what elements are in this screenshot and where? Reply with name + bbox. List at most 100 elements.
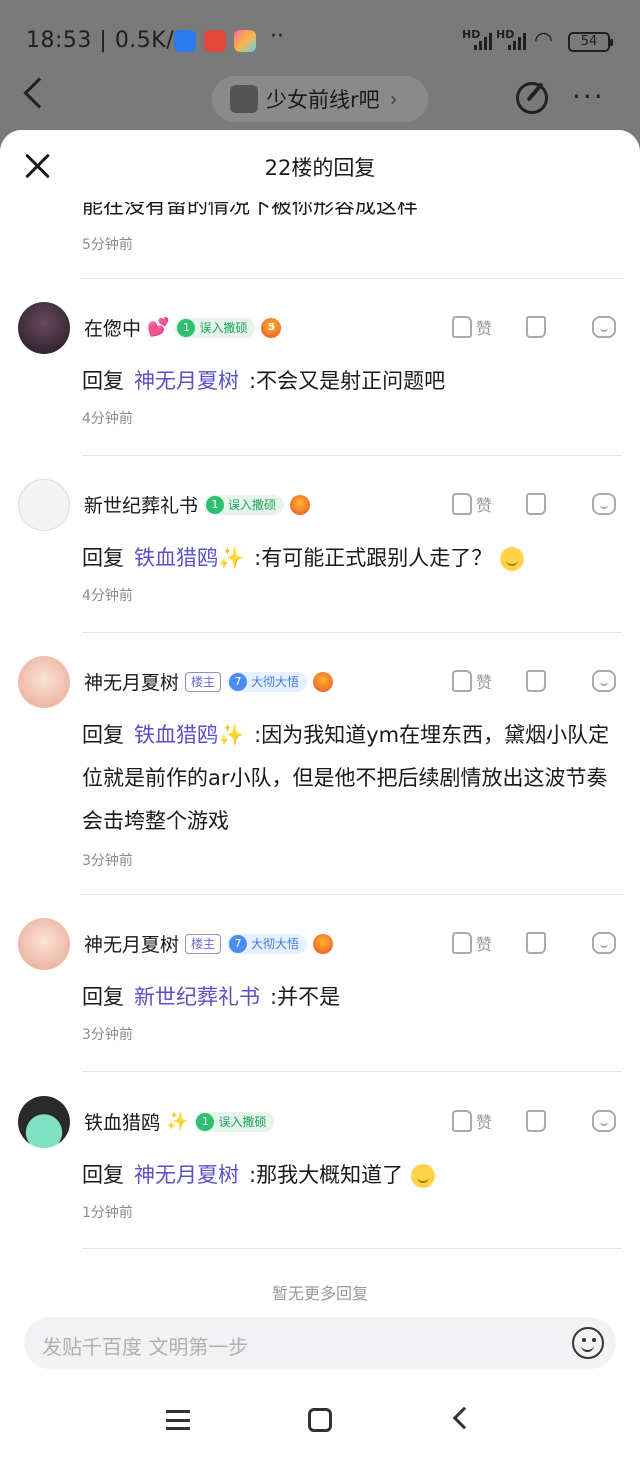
reply-time: 4分钟前: [82, 411, 133, 427]
reply-user[interactable]: 在偬中 💕 1 误入撒硕 5: [84, 314, 282, 341]
like-button[interactable]: 赞: [452, 315, 526, 339]
reply-target-link[interactable]: 铁血猎鸥✨: [134, 546, 244, 570]
comment-icon[interactable]: [592, 932, 616, 954]
level-badge: 7 大彻大悟: [227, 933, 308, 954]
previous-reply-text: 能在没有留的情况下被你形容成这样: [82, 202, 418, 218]
comment-placeholder: 发贴千百度 文明第一步: [42, 1335, 249, 1359]
medal-icon: 5: [261, 317, 282, 338]
app-notification-icon: [204, 30, 226, 52]
thumb-up-icon: [452, 932, 472, 954]
back-icon[interactable]: [452, 1406, 476, 1430]
thumb-down-icon[interactable]: [526, 932, 546, 954]
divider: [82, 894, 622, 895]
system-nav-bar: [0, 1380, 640, 1457]
reply-actions: 赞: [452, 1106, 616, 1136]
like-button[interactable]: 赞: [452, 931, 526, 955]
comment-icon[interactable]: [592, 670, 616, 692]
reply-user[interactable]: 铁血猎鸥 ✨ 1 误入撒硕: [84, 1108, 275, 1135]
emoji-icon: [500, 547, 525, 571]
back-icon[interactable]: [23, 77, 55, 109]
forum-pill[interactable]: 少女前线r吧 ›: [212, 76, 428, 122]
reply-actions: 赞: [452, 666, 616, 696]
avatar[interactable]: [18, 479, 70, 531]
reply-body: 回复 神无月夏树:那我大概知道了: [82, 1154, 626, 1197]
comment-icon[interactable]: [592, 316, 616, 338]
edit-icon[interactable]: [516, 82, 548, 114]
emoji-picker-icon[interactable]: [572, 1327, 604, 1359]
username: 铁血猎鸥: [84, 1112, 161, 1134]
comment-icon[interactable]: [592, 1110, 616, 1132]
reply-list[interactable]: 能在没有留的情况下被你形容成这样 5分钟前 在偬中 💕 1 误入撒硕 5 赞 回复神…: [0, 202, 640, 1302]
sheet-header: 22楼的回复: [0, 130, 640, 202]
medal-icon: [290, 494, 311, 515]
reply-sheet: 22楼的回复 能在没有留的情况下被你形容成这样 5分钟前 在偬中 💕 1 误入撒硕 …: [0, 130, 640, 1457]
status-time: 18:53 | 0.5K/s: [26, 28, 187, 53]
reply-time: 3分钟前: [82, 853, 133, 869]
app-notification-icon: [174, 30, 196, 52]
avatar[interactable]: [18, 1096, 70, 1148]
divider: [82, 1248, 622, 1249]
more-icon[interactable]: ···: [572, 80, 605, 113]
avatar[interactable]: [18, 302, 70, 354]
divider: [82, 278, 622, 279]
comment-icon[interactable]: [592, 493, 616, 515]
thumb-down-icon[interactable]: [526, 1110, 546, 1132]
level-badge: 1 误入撒硕: [204, 494, 285, 515]
username: 在偬中: [84, 318, 142, 340]
thumb-down-icon[interactable]: [526, 670, 546, 692]
medal-icon: [313, 671, 334, 692]
recent-apps-icon[interactable]: [166, 1410, 190, 1430]
user-emoji: ✨: [166, 1111, 189, 1132]
reply-time: 1分钟前: [82, 1205, 133, 1221]
forum-top-bar: 少女前线r吧 › ···: [0, 70, 640, 130]
emoji-icon: [411, 1164, 436, 1188]
reply-body: 回复 铁血猎鸥✨:有可能正式跟别人走了？: [82, 537, 626, 580]
forum-name: 少女前线r吧: [266, 88, 380, 112]
level-badge: 1 误入撒硕: [175, 317, 256, 338]
reply-target-link[interactable]: 神无月夏树: [134, 1163, 239, 1187]
like-button[interactable]: 赞: [452, 1109, 526, 1133]
owner-badge: 楼主: [185, 933, 222, 954]
status-bar: 18:53 | 0.5K/s ·· HD HD ◠ 54: [0, 18, 640, 62]
thumb-up-icon: [452, 493, 472, 515]
username: 神无月夏树: [84, 672, 180, 694]
reply-target-link[interactable]: 新世纪葬礼书: [134, 985, 260, 1009]
reply-user[interactable]: 新世纪葬礼书 1 误入撒硕: [84, 491, 311, 518]
previous-reply-time: 5分钟前: [82, 237, 133, 253]
reply-user[interactable]: 神无月夏树 楼主 7 大彻大悟: [84, 930, 334, 957]
username: 新世纪葬礼书: [84, 495, 199, 517]
home-icon[interactable]: [308, 1408, 332, 1432]
reply-time: 3分钟前: [82, 1027, 133, 1043]
divider: [82, 1071, 622, 1072]
avatar[interactable]: [18, 918, 70, 970]
wifi-icon: ◠: [534, 28, 554, 53]
divider: [82, 632, 622, 633]
reply-target-link[interactable]: 铁血猎鸥✨: [134, 723, 244, 747]
signal-icon: [474, 32, 492, 50]
signal-icon: [508, 32, 526, 50]
battery-icon: 54: [568, 32, 613, 52]
reply-target-link[interactable]: 神无月夏树: [134, 369, 239, 393]
avatar[interactable]: [18, 656, 70, 708]
thumb-down-icon[interactable]: [526, 493, 546, 515]
reply-actions: 赞: [452, 928, 616, 958]
level-badge: 7 大彻大悟: [227, 671, 308, 692]
comment-input[interactable]: 发贴千百度 文明第一步: [24, 1317, 616, 1369]
chevron-right-icon: ›: [389, 87, 398, 111]
user-emoji: 💕: [147, 317, 170, 338]
forum-avatar: [230, 85, 258, 113]
reply-body: 回复 神无月夏树:不会又是射正问题吧: [82, 369, 446, 393]
reply-body: 回复 新世纪葬礼书:并不是: [82, 985, 341, 1009]
reply-user[interactable]: 神无月夏树 楼主 7 大彻大悟: [84, 668, 334, 695]
sheet-title: 22楼的回复: [264, 156, 376, 180]
like-button[interactable]: 赞: [452, 492, 526, 516]
username: 神无月夏树: [84, 934, 180, 956]
reply-actions: 赞: [452, 489, 616, 519]
reply-time: 4分钟前: [82, 588, 133, 604]
reply-actions: 赞: [452, 312, 616, 342]
medal-icon: [313, 933, 334, 954]
thumb-down-icon[interactable]: [526, 316, 546, 338]
more-notifications-icon: ··: [270, 24, 284, 49]
like-button[interactable]: 赞: [452, 669, 526, 693]
owner-badge: 楼主: [185, 671, 222, 692]
